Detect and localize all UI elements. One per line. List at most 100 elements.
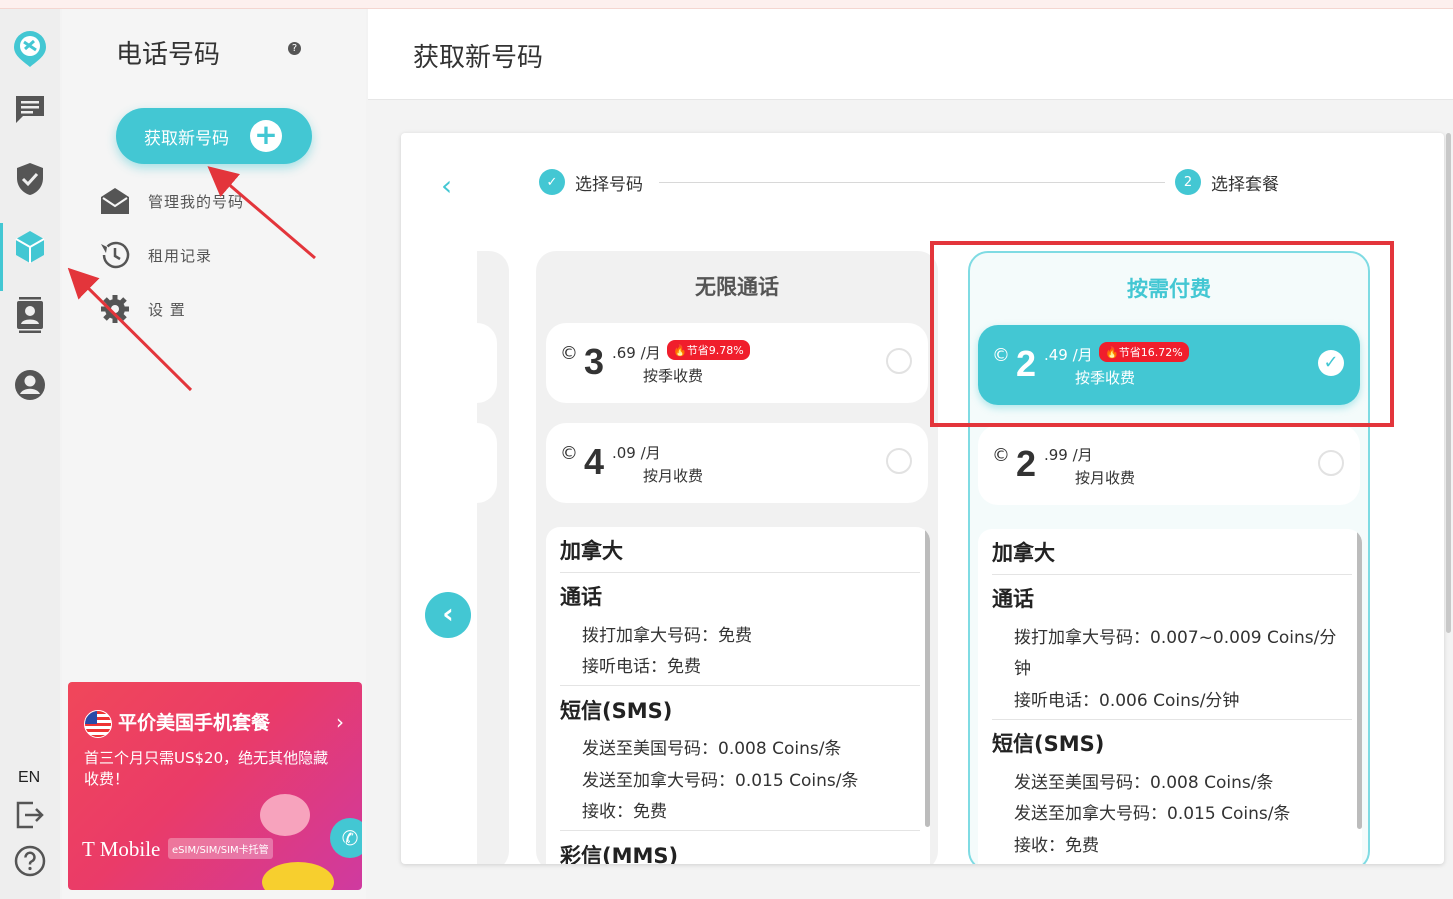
account-icon[interactable] [12, 367, 48, 403]
plan-title: 无限通话 [695, 275, 779, 299]
logout-icon[interactable] [12, 797, 48, 833]
back-chevron-icon[interactable]: ‹ [441, 169, 452, 202]
logo-icon[interactable] [12, 31, 48, 67]
promo-brand-logo: T Mobile [82, 837, 161, 861]
chevron-right-icon: › [336, 710, 344, 734]
radio-button[interactable] [886, 448, 912, 474]
radio-button[interactable] [886, 348, 912, 374]
price-integer: 3 [584, 341, 605, 382]
divider [560, 572, 920, 573]
get-new-number-label: 获取新号码 [144, 128, 229, 149]
price-integer: 4 [584, 441, 605, 482]
messages-icon[interactable] [12, 91, 48, 127]
help-icon[interactable] [12, 843, 48, 879]
menu-item-label: 设 置 [148, 300, 186, 319]
plan-details: 加拿大 通话 拨打加拿大号码：0.007~0.009 Coins/分 钟 接听电… [978, 529, 1362, 864]
annotation-highlight-box [930, 241, 1394, 427]
help-badge-icon[interactable]: ? [288, 42, 301, 55]
rate-row: 发送至美国号码：0.008 Coins/条 [1014, 773, 1274, 793]
coin-decoration [262, 862, 334, 890]
step-select-plan: 2 选择套餐 [1175, 169, 1279, 195]
details-scrollbar[interactable] [1357, 529, 1362, 829]
gear-icon [98, 292, 132, 326]
plan-option-monthly[interactable]: © 4 .09 /月 按月收费 [546, 423, 928, 503]
plan-option-quarterly[interactable]: © 3 .69 /月 🔥节省9.78% 按季收费 [546, 323, 928, 403]
step-label: 选择号码 [575, 174, 643, 195]
envelope-open-icon [98, 184, 132, 218]
billing-cycle: 按月收费 [643, 467, 704, 485]
save-badge: 🔥节省9.78% [667, 340, 750, 360]
details-scrollbar[interactable] [925, 527, 930, 827]
plan-details: 加拿大 通话 拨打加拿大号码：免费 接听电话：免费 短信(SMS) 发送至美国号… [546, 527, 930, 864]
step-select-number: ✓ 选择号码 [539, 169, 643, 195]
promo-tag: eSIM/SIM/SIM卡托管 [168, 838, 273, 859]
promo-title: 平价美国手机套餐 [118, 712, 271, 734]
country-heading: 加拿大 [992, 541, 1055, 565]
language-toggle[interactable]: EN [18, 769, 40, 787]
active-indicator [0, 223, 3, 291]
price-integer: 2 [1016, 443, 1037, 484]
coin-icon: © [992, 445, 1010, 466]
price-decimal: .69 /月 [612, 344, 661, 362]
menu-item-label: 租用记录 [148, 246, 213, 265]
sidebar-title: 电话号码 [116, 40, 221, 70]
top-strip [0, 0, 1453, 9]
coin-icon: © [560, 443, 578, 464]
price-decimal: .09 /月 [612, 444, 661, 462]
sms-heading: 短信(SMS) [992, 732, 1105, 756]
phone-decoration-icon: ✆ [330, 818, 362, 858]
carousel-prev-button[interactable]: ‹ [425, 592, 471, 638]
chat-bubble-decoration [260, 794, 310, 836]
rate-row: 拨打加拿大号码：0.007~0.009 Coins/分 [1014, 628, 1337, 648]
divider [992, 574, 1352, 575]
previous-plan-option [477, 323, 497, 403]
menu-item-label: 管理我的号码 [148, 192, 245, 211]
icon-rail: EN [0, 9, 60, 899]
rate-row: 拨打加拿大号码：免费 [582, 626, 752, 646]
promo-description: 首三个月只需US$20，绝无其他隐藏收费！ [84, 749, 329, 788]
cube-icon[interactable] [12, 229, 48, 265]
step-connector [659, 182, 1165, 183]
rate-row: 发送至加拿大号码：0.015 Coins/条 [1014, 804, 1291, 824]
plan-column-unlimited: 无限通话 © 3 .69 /月 🔥节省9.78% 按季收费 © 4 .09 /月… [536, 251, 938, 864]
promo-banner[interactable]: 平价美国手机套餐 › 首三个月只需US$20，绝无其他隐藏收费！ ✆ T Mob… [68, 682, 362, 890]
rate-row: 接收：免费 [1014, 836, 1099, 856]
call-heading: 通话 [560, 585, 602, 609]
divider [560, 830, 920, 831]
previous-plan-option [477, 423, 497, 503]
step-number-badge: 2 [1175, 169, 1201, 195]
rate-row: 接听电话：0.006 Coins/分钟 [1014, 691, 1240, 711]
menu-item-manage-numbers[interactable]: 管理我的号码 [98, 184, 244, 218]
us-flag-icon [84, 710, 112, 738]
plus-icon: + [250, 120, 282, 152]
billing-cycle: 按月收费 [1075, 469, 1136, 487]
sms-heading: 短信(SMS) [560, 699, 673, 723]
shield-check-icon[interactable] [12, 161, 48, 197]
rate-row: 发送至美国号码：0.008 Coins/条 [582, 739, 842, 759]
step-label: 选择套餐 [1211, 174, 1279, 195]
call-heading: 通话 [992, 587, 1034, 611]
page-header: 获取新号码 [368, 9, 1453, 100]
coin-icon: © [560, 343, 578, 364]
billing-cycle: 按季收费 [643, 367, 704, 385]
main-scrollbar[interactable] [1446, 133, 1451, 633]
country-heading: 加拿大 [560, 539, 623, 563]
price-decimal: .99 /月 [1044, 446, 1093, 464]
menu-item-rental-history[interactable]: 租用记录 [98, 238, 212, 272]
mms-heading: 彩信(MMS) [560, 844, 679, 864]
divider [992, 719, 1352, 720]
rate-row: 接听电话：免费 [582, 657, 701, 677]
sidebar: 电话号码 ? 获取新号码 + 管理我的号码 租用记录 设 置 平价美国手机套餐 … [62, 9, 366, 899]
divider [560, 685, 920, 686]
menu-item-settings[interactable]: 设 置 [98, 292, 186, 326]
check-circle-icon: ✓ [539, 169, 565, 195]
history-icon [98, 238, 132, 272]
rate-row: 钟 [1014, 659, 1031, 679]
rate-row: 接收：免费 [582, 802, 667, 822]
rate-row: 发送至加拿大号码：0.015 Coins/条 [582, 771, 859, 791]
page-title: 获取新号码 [413, 43, 544, 73]
radio-button[interactable] [1318, 450, 1344, 476]
plan-option-monthly[interactable]: © 2 .99 /月 按月收费 [978, 425, 1360, 505]
get-new-number-button[interactable]: 获取新号码 + [116, 108, 312, 164]
contacts-icon[interactable] [12, 297, 48, 333]
